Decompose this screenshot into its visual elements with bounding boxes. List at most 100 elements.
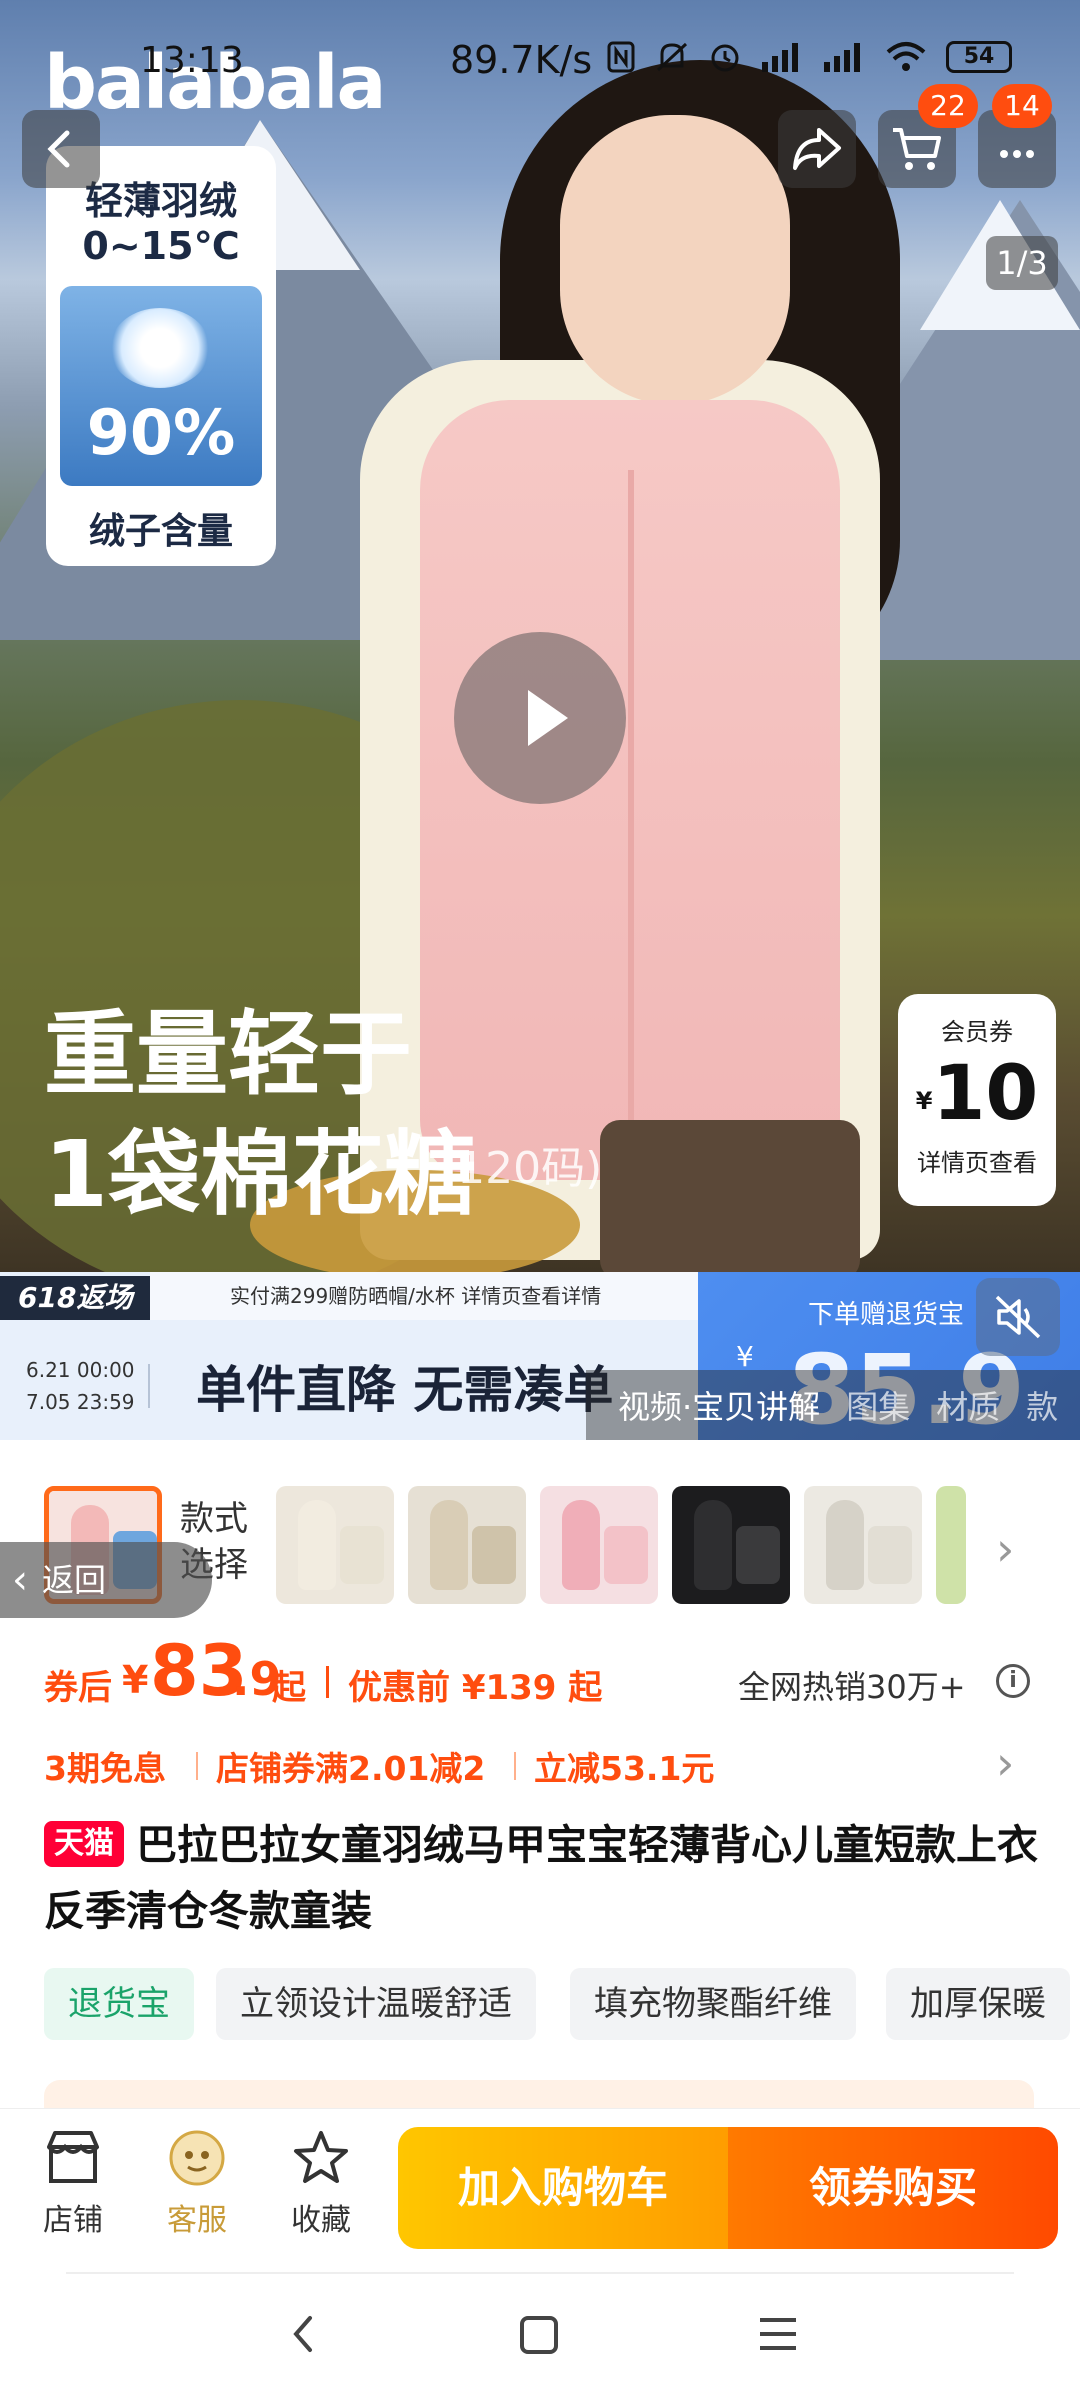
product-image-carousel[interactable]: balabala 轻薄羽绒 0~15℃ 90% 绒子含量 1/3 重量轻于 1袋… <box>0 0 1080 1272</box>
divider <box>514 1752 516 1780</box>
share-icon <box>793 128 841 170</box>
original-price: 优惠前 ¥139 起 <box>348 1668 603 1708</box>
product-title-text: 巴拉巴拉女童羽绒马甲宝宝轻薄背心儿童短款上衣反季清仓冬款童装 <box>44 1821 1038 1935</box>
down-feather-image: 90% <box>60 286 262 486</box>
promo-return-gift: 下单赠退货宝 <box>808 1300 965 1330</box>
thumb-bg <box>936 1486 966 1604</box>
thumb-item <box>604 1526 648 1584</box>
info-icon[interactable]: i <box>996 1664 1030 1698</box>
style-thumb[interactable] <box>672 1486 790 1604</box>
muted-speaker-icon <box>995 1295 1041 1339</box>
alarm-icon <box>711 44 739 72</box>
promo-gift-text: 实付满299赠防晒帽/水杯 详情页查看详情 <box>150 1272 698 1320</box>
chevron-right-icon[interactable]: › <box>996 1736 1014 1790</box>
style-thumb[interactable] <box>276 1486 394 1604</box>
feature-card: 轻薄羽绒 0~15℃ 90% 绒子含量 <box>46 146 276 566</box>
tab-more[interactable]: 款 <box>1026 1382 1058 1428</box>
signal-icon <box>762 43 798 72</box>
member-coupon[interactable]: 会员券 ¥10 详情页查看 <box>898 994 1056 1206</box>
tab-video[interactable]: 视频·宝贝讲解 <box>618 1382 820 1428</box>
divider <box>148 1364 150 1408</box>
return-button[interactable]: ‹ 返回 <box>0 1542 212 1618</box>
image-counter: 1/3 <box>986 236 1058 290</box>
tag-filling: 填充物聚酯纤维 <box>570 1968 856 2040</box>
store-label: 店铺 <box>43 2203 103 2238</box>
cart-icon <box>893 128 941 170</box>
promo-event-tag: 618返场 <box>0 1276 150 1320</box>
coupon-value: 10 <box>932 1048 1039 1137</box>
message-button[interactable]: 14 <box>978 84 1056 188</box>
promo-instant-discount: 立减53.1元 <box>534 1749 715 1788</box>
style-thumb[interactable] <box>804 1486 922 1604</box>
message-badge: 14 <box>992 84 1052 128</box>
promo-main-text: 单件直降 无需凑单 <box>196 1361 614 1419</box>
system-nav-bar <box>0 2272 1080 2400</box>
promotion-row[interactable]: 3期免息 店铺券满2.01减2 立减53.1元 › <box>44 1734 1044 1792</box>
play-video-button[interactable] <box>454 632 626 804</box>
tab-material[interactable]: 材质 <box>936 1382 1000 1428</box>
tab-gallery[interactable]: 图集 <box>846 1382 910 1428</box>
thumb-item <box>340 1526 384 1584</box>
style-thumb[interactable] <box>408 1486 526 1604</box>
bottom-action-bar: 店铺 客服 收藏 加入购物车 领券购买 <box>0 2108 1080 2272</box>
style-thumb[interactable] <box>936 1486 966 1604</box>
tag-collar: 立领设计温暖舒适 <box>216 1968 536 2040</box>
add-to-cart-button[interactable]: 加入购物车 <box>398 2127 728 2249</box>
after-coupon-label: 券后 <box>44 1668 112 1708</box>
promo-installment: 3期免息 <box>44 1749 166 1788</box>
promo-date-start: 6.21 00:00 <box>26 1358 135 1382</box>
slogan-size-note: (120码) <box>440 1143 603 1194</box>
divider <box>196 1752 198 1780</box>
wifi-icon <box>886 42 926 71</box>
thumb-model <box>694 1500 732 1590</box>
slogan-line2: 1袋棉花糖 <box>44 1121 477 1228</box>
promo-store-coupon: 店铺券满2.01减2 <box>216 1749 486 1788</box>
more-icon <box>1000 150 1034 158</box>
buy-now-button[interactable]: 领券购买 <box>728 2127 1058 2249</box>
price-currency: ¥ <box>122 1658 149 1702</box>
promo-currency: ¥ <box>736 1340 754 1373</box>
tmall-badge: 天猫 <box>44 1821 124 1867</box>
nfc-icon <box>607 41 635 73</box>
model-pants <box>600 1120 860 1272</box>
thumb-model <box>826 1500 864 1590</box>
chevron-left-icon <box>47 130 70 168</box>
mute-button[interactable] <box>976 1278 1060 1356</box>
tag-warm: 加厚保暖 <box>886 1968 1070 2040</box>
model-face <box>560 115 790 405</box>
chevron-right-icon[interactable]: › <box>996 1522 1014 1576</box>
thumb-item <box>736 1526 780 1584</box>
thumb-model <box>430 1500 468 1590</box>
promo-dates: 6.21 00:00 7.05 23:59 <box>26 1354 135 1418</box>
feature-line2: 0~15℃ <box>82 224 240 268</box>
slogan-line1: 重量轻于 <box>44 1001 413 1108</box>
nav-back-icon[interactable] <box>286 2312 320 2356</box>
return-label: 返回 <box>42 1561 107 1599</box>
divider <box>326 1666 329 1698</box>
cart-button[interactable]: 22 <box>878 84 978 188</box>
tag-return-insurance[interactable]: 退货宝 <box>44 1968 194 2040</box>
feature-caption: 绒子含量 <box>88 511 233 552</box>
coupon-currency: ¥ <box>915 1087 933 1115</box>
price-from: 起 <box>272 1668 306 1708</box>
customer-service-button[interactable]: 客服 <box>142 2127 252 2239</box>
style-thumb[interactable] <box>540 1486 658 1604</box>
cart-badge: 22 <box>918 84 978 128</box>
star-icon <box>294 2131 348 2183</box>
divider <box>66 2272 1014 2274</box>
favorite-button[interactable]: 收藏 <box>266 2127 376 2239</box>
back-button[interactable] <box>22 110 100 188</box>
hot-sales-text: 全网热销30万+ <box>738 1668 966 1706</box>
coupon-title: 会员券 <box>941 1018 1013 1046</box>
nav-home-icon[interactable] <box>518 2314 560 2356</box>
coupon-desc: 详情页查看 <box>917 1149 1037 1177</box>
nav-menu-icon[interactable] <box>756 2314 800 2354</box>
store-button[interactable]: 店铺 <box>18 2127 128 2239</box>
feature-tags: 退货宝 立领设计温暖舒适 填充物聚酯纤维 加厚保暖 <box>44 1968 1080 2040</box>
mute-bell-icon <box>656 42 688 72</box>
promo-date-end: 7.05 23:59 <box>26 1390 135 1414</box>
chevron-left-icon: ‹ <box>12 1557 28 1603</box>
share-button[interactable] <box>778 110 856 188</box>
price-row: 券后 ¥ 83 .9 起 优惠前 ¥139 起 全网热销30万+ i <box>44 1630 1044 1720</box>
media-tabs: 视频·宝贝讲解 图集 材质 款 <box>586 1370 1080 1440</box>
